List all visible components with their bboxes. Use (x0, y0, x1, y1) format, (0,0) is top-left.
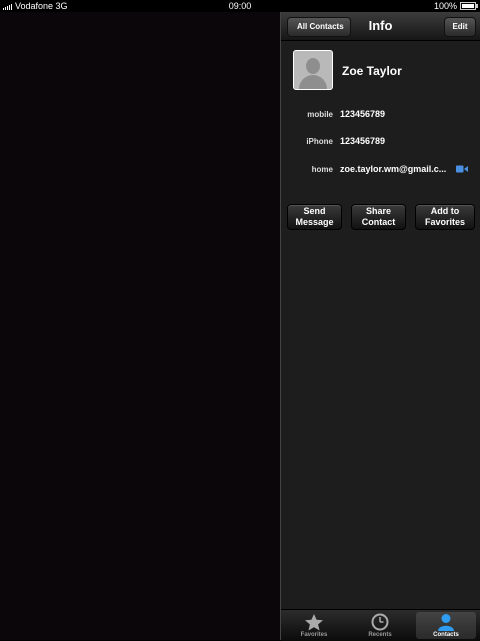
all-contacts-back-button[interactable]: All Contacts (287, 17, 351, 37)
edit-button[interactable]: Edit (444, 17, 476, 37)
battery-icon (460, 2, 478, 10)
avatar-body (299, 75, 327, 89)
tab-favorites[interactable]: Favorites (284, 612, 344, 639)
avatar-head (306, 58, 320, 74)
battery-percent: 100% (433, 1, 457, 11)
tab-bar: Favorites Recents Contacts (281, 609, 480, 641)
left-pane (0, 12, 280, 640)
tab-label-contacts: Contacts (433, 632, 459, 638)
contact-info-pane: Info All Contacts Edit Zoe Taylor mobile… (280, 12, 480, 641)
field-label-home: home (311, 165, 333, 174)
contact-name: Zoe Taylor (342, 64, 402, 78)
field-label-iphone: iPhone (306, 137, 333, 146)
add-to-favorites-button[interactable]: Add to Favorites (415, 204, 475, 230)
send-message-button[interactable]: Send Message (287, 204, 342, 230)
share-contact-button[interactable]: Share Contact (351, 204, 406, 230)
facetime-icon[interactable] (456, 165, 468, 173)
tab-label-recents: Recents (368, 632, 392, 638)
clock-icon (371, 613, 389, 631)
navigation-bar: Info All Contacts Edit (281, 12, 480, 41)
person-icon (438, 614, 454, 631)
field-value-iphone[interactable]: 123456789 (340, 136, 385, 146)
tab-label-favorites: Favorites (300, 632, 328, 638)
status-right: 100% (433, 0, 478, 12)
tab-recents[interactable]: Recents (350, 612, 410, 639)
star-icon (305, 614, 323, 631)
field-value-home-email[interactable]: zoe.taylor.wm@gmail.c... (340, 164, 446, 174)
avatar[interactable] (293, 50, 333, 90)
field-label-mobile: mobile (307, 110, 333, 119)
status-bar: Vodafone 3G 09:00 100% (0, 0, 480, 12)
status-time: 09:00 (228, 1, 252, 11)
tab-contacts[interactable]: Contacts (416, 612, 476, 639)
field-value-mobile[interactable]: 123456789 (340, 109, 385, 119)
